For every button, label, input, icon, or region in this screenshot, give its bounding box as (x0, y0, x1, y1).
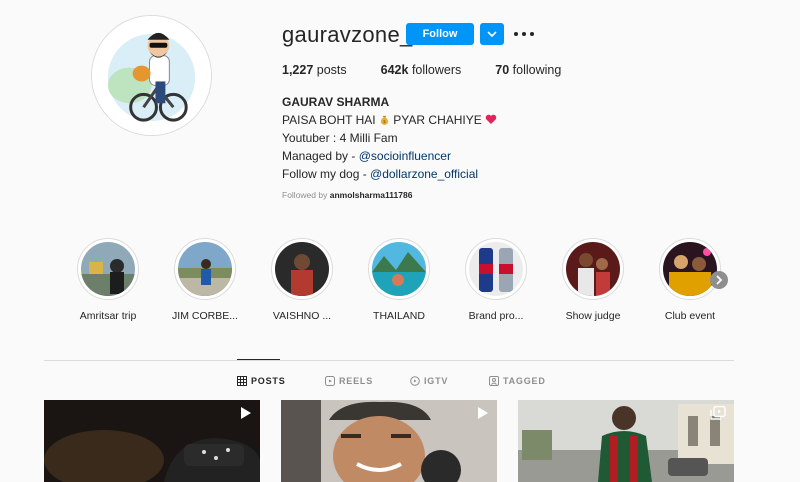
svg-text:$: $ (383, 119, 386, 125)
profile-avatar[interactable] (91, 15, 212, 136)
followers-label: followers (411, 63, 462, 77)
post-thumbnail[interactable] (518, 400, 734, 482)
carousel-icon (710, 406, 726, 420)
highlight-label: THAILAND (373, 310, 425, 322)
highlight-item[interactable]: Show judge (548, 238, 638, 322)
highlight-label: Brand pro... (468, 310, 524, 322)
igtv-icon (410, 376, 420, 386)
bio-text: PAISA BOHT HAI (282, 113, 376, 127)
profile-bio: GAURAV SHARMA PAISA BOHT HAI $ PYAR CHAH… (282, 93, 602, 183)
highlight-label: Amritsar trip (79, 310, 137, 322)
bio-text: PYAR CHAHIYE (393, 113, 482, 127)
bio-text: Follow my dog - (282, 167, 371, 181)
reel-icon (478, 407, 488, 419)
suggested-dropdown-button[interactable] (480, 23, 504, 45)
highlight-label: JIM CORBE... (172, 310, 238, 322)
highlight-thumbnail (81, 242, 135, 296)
highlight-item[interactable]: THAILAND (354, 238, 444, 322)
avatar-illustration (92, 16, 211, 135)
post-thumbnail[interactable] (281, 400, 497, 482)
tab-tagged[interactable]: TAGGED (489, 376, 546, 386)
tab-label: IGTV (424, 376, 449, 386)
tab-label: TAGGED (503, 376, 546, 386)
highlight-item[interactable]: Brand pro... (451, 238, 541, 322)
more-dot-icon (530, 32, 534, 36)
followed-by[interactable]: Followed by anmolsharma111786 (282, 190, 412, 200)
bio-line: Managed by - @socioinfluencer (282, 147, 602, 165)
highlights-next-button[interactable] (710, 271, 728, 289)
highlight-item[interactable]: JIM CORBE... (160, 238, 250, 322)
follow-button[interactable]: Follow (406, 23, 474, 45)
profile-full-name: GAURAV SHARMA (282, 95, 390, 109)
highlight-cover (659, 238, 721, 300)
highlight-label: Club event (664, 310, 716, 322)
followed-by-prefix: Followed by (282, 190, 328, 200)
highlight-item[interactable]: Amritsar trip (63, 238, 153, 322)
chevron-down-icon (487, 31, 497, 37)
bio-text: Managed by - (282, 149, 359, 163)
followers-count: 642k (380, 63, 409, 77)
story-highlights: Amritsar trip JIM CORBE... VAISHNO ... T… (70, 238, 750, 328)
more-dot-icon (522, 32, 526, 36)
bio-line: Youtuber : 4 Milli Fam (282, 131, 398, 145)
reels-icon (325, 376, 335, 386)
highlight-cover (465, 238, 527, 300)
profile-tabs: POSTS REELS IGTV TAGGED (0, 376, 800, 390)
highlight-cover (368, 238, 430, 300)
highlight-cover (77, 238, 139, 300)
bio-line: PAISA BOHT HAI $ PYAR CHAHIYE (282, 111, 602, 129)
posts-stat: 1,227 posts (282, 63, 347, 77)
profile-username: gauravzone_ (282, 22, 413, 47)
highlight-cover (174, 238, 236, 300)
reel-icon (241, 407, 251, 419)
mention-link[interactable]: @dollarzone_official (370, 167, 478, 181)
active-tab-indicator (237, 359, 280, 360)
post-image (44, 400, 260, 482)
highlight-thumbnail (372, 242, 426, 296)
tabs-divider (44, 360, 734, 361)
post-image (518, 400, 734, 482)
more-dot-icon (514, 32, 518, 36)
posts-label: posts (316, 63, 347, 77)
highlight-thumbnail (566, 242, 620, 296)
tab-reels[interactable]: REELS (325, 376, 373, 386)
tagged-icon (489, 376, 499, 386)
following-count: 70 (495, 63, 510, 77)
post-image (281, 400, 497, 482)
mention-link[interactable]: @socioinfluencer (359, 149, 451, 163)
highlight-cover (271, 238, 333, 300)
bio-line: Follow my dog - @dollarzone_official (282, 165, 602, 183)
tab-posts[interactable]: POSTS (237, 376, 286, 386)
post-thumbnail[interactable] (44, 400, 260, 482)
highlight-thumbnail (275, 242, 329, 296)
highlight-label: Show judge (565, 310, 621, 322)
highlight-thumbnail (178, 242, 232, 296)
following-stat[interactable]: 70 following (495, 63, 561, 77)
tab-label: POSTS (251, 376, 286, 386)
money-bag-icon: $ (380, 115, 389, 125)
heart-icon (485, 114, 497, 124)
grid-icon (237, 376, 247, 386)
more-options-button[interactable] (514, 26, 534, 42)
highlight-cover (562, 238, 624, 300)
highlight-item[interactable]: VAISHNO ... (257, 238, 347, 322)
highlight-label: VAISHNO ... (272, 310, 332, 322)
tab-igtv[interactable]: IGTV (410, 376, 448, 386)
tab-label: REELS (339, 376, 374, 386)
posts-count: 1,227 (282, 63, 314, 77)
profile-stats: 1,227 posts 642k followers 70 following (282, 63, 595, 77)
followers-stat[interactable]: 642k followers (381, 63, 462, 77)
highlight-thumbnail (469, 242, 523, 296)
highlight-thumbnail (663, 242, 717, 296)
chevron-right-icon (716, 275, 723, 285)
following-label: following (512, 63, 562, 77)
followed-by-user: anmolsharma111786 (329, 190, 413, 200)
